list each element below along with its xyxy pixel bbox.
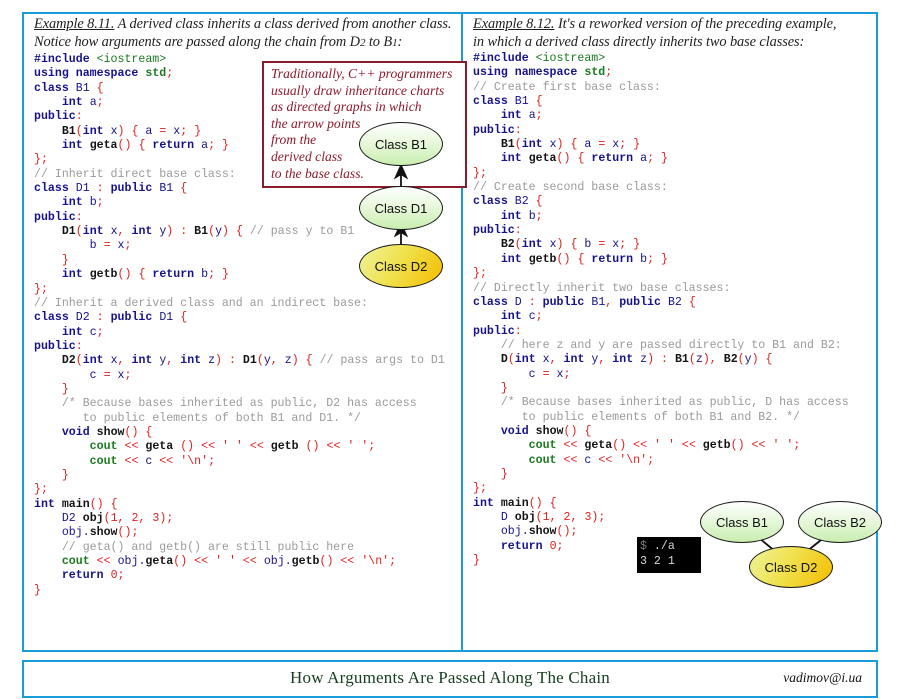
left-node-class-d2[interactable]: Class D2 <box>359 244 443 288</box>
left-node-d1-label: Class D1 <box>374 200 428 216</box>
right-node-b1-label: Class B1 <box>715 514 769 530</box>
terminal-result: 3 2 1 <box>640 555 675 568</box>
left-node-class-d1[interactable]: Class D1 <box>359 186 443 230</box>
terminal-prompt: $ <box>640 540 647 553</box>
left-node-class-b1[interactable]: Class B1 <box>359 122 443 166</box>
terminal-command: ./a <box>646 540 675 553</box>
terminal-command-line: $ ./a <box>640 539 701 554</box>
right-diagram-arrows <box>744 526 839 553</box>
terminal-output: $ ./a 3 2 1 <box>637 537 701 573</box>
right-node-d2-label: Class D2 <box>764 559 818 575</box>
right-node-b2-label: Class B2 <box>813 514 867 530</box>
slide-canvas: Example 8.11. A derived class inherits a… <box>0 0 900 700</box>
right-node-class-d2[interactable]: Class D2 <box>749 546 833 588</box>
left-node-d2-label: Class D2 <box>374 258 428 274</box>
left-node-b1-label: Class B1 <box>374 136 428 152</box>
right-node-class-b2[interactable]: Class B2 <box>798 501 882 543</box>
right-node-class-b1[interactable]: Class B1 <box>700 501 784 543</box>
